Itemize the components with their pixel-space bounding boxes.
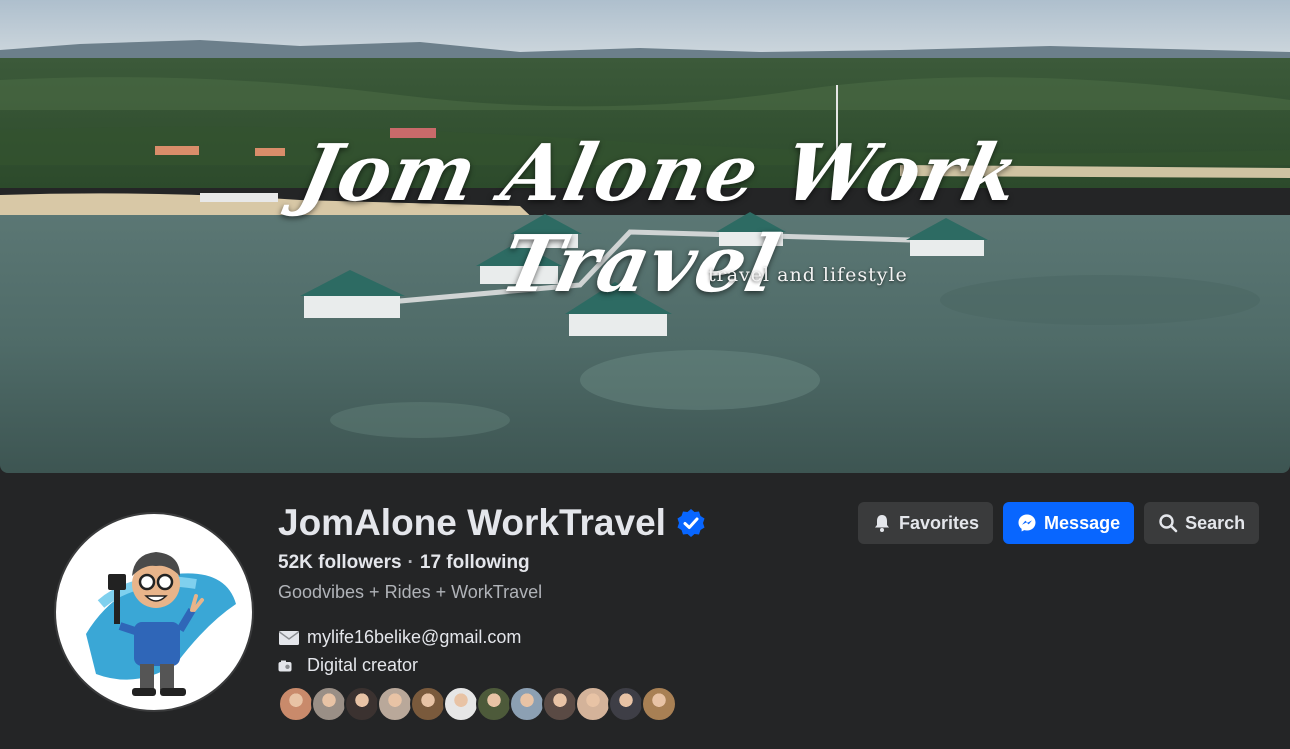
- follower-avatar[interactable]: [641, 686, 677, 722]
- camera-icon: [278, 657, 300, 675]
- follower-avatar[interactable]: [377, 686, 413, 722]
- follower-avatar[interactable]: [542, 686, 578, 722]
- profile-info: JomAlone WorkTravel 52K followers · 17 fol…: [278, 500, 706, 676]
- name-row: JomAlone WorkTravel: [278, 500, 706, 546]
- category-text: Digital creator: [307, 655, 419, 675]
- follower-avatar[interactable]: [344, 686, 380, 722]
- bio-text: Goodvibes + Rides + WorkTravel: [278, 582, 543, 602]
- favorites-label: Favorites: [899, 512, 980, 533]
- profile-avatar[interactable]: [54, 512, 254, 712]
- cover-photo[interactable]: Jom Alone Work Travel travel and lifesty…: [0, 0, 1290, 473]
- search-icon: [1159, 514, 1178, 533]
- follower-avatar[interactable]: [410, 686, 446, 722]
- search-button[interactable]: Search: [1144, 502, 1260, 544]
- follower-avatar[interactable]: [509, 686, 545, 722]
- following-link[interactable]: 17 following: [420, 552, 530, 573]
- verified-badge-icon[interactable]: [676, 508, 706, 538]
- cover-subtitle: travel and lifestyle: [708, 264, 908, 286]
- avatar-illustration: [86, 552, 236, 696]
- follower-avatar[interactable]: [575, 686, 611, 722]
- follower-avatars: [278, 686, 677, 722]
- followers-link[interactable]: 52K followers: [278, 552, 402, 573]
- follower-avatar[interactable]: [443, 686, 479, 722]
- profile-actions: Favorites Message Search: [858, 502, 1269, 544]
- message-label: Message: [1044, 512, 1121, 533]
- follower-avatar[interactable]: [311, 686, 347, 722]
- follower-avatar[interactable]: [278, 686, 314, 722]
- search-label: Search: [1185, 512, 1246, 533]
- cover-title: Jom Alone Work Travel: [291, 128, 1028, 310]
- category-row: Digital creator: [278, 655, 706, 676]
- page-name[interactable]: JomAlone WorkTravel: [278, 502, 666, 544]
- favorites-button[interactable]: Favorites: [858, 502, 994, 544]
- envelope-icon: [278, 629, 300, 647]
- separator-dot: ·: [407, 552, 414, 573]
- messenger-icon: [1018, 514, 1036, 532]
- message-button[interactable]: Message: [1003, 502, 1135, 544]
- email-row: mylife16belike@gmail.com: [278, 627, 706, 648]
- bell-icon: [875, 515, 889, 532]
- follow-counts: 52K followers · 17 following: [278, 552, 706, 574]
- follower-avatar[interactable]: [608, 686, 644, 722]
- email-link[interactable]: mylife16belike@gmail.com: [307, 627, 521, 648]
- follower-avatar[interactable]: [476, 686, 512, 722]
